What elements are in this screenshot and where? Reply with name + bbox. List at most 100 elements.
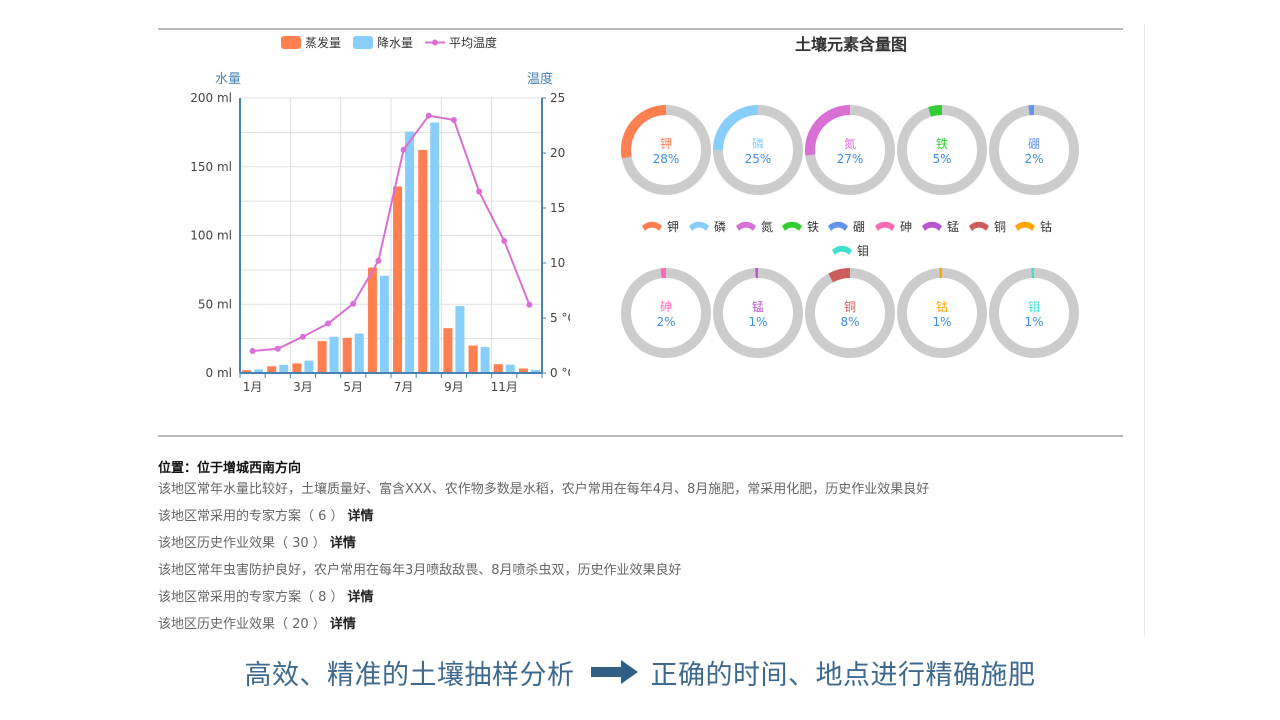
bar-evaporation [393, 186, 403, 373]
bar-evaporation [443, 328, 453, 373]
legend-swatch [689, 221, 709, 231]
legend-swatch [875, 221, 895, 231]
donut-label: 铁 [936, 137, 948, 151]
right-arrow-icon [590, 660, 638, 684]
temperature-point [450, 117, 457, 123]
middle-divider [158, 435, 1123, 437]
legend-swatch [828, 221, 848, 231]
y-left-axis-title: 水量 [215, 72, 241, 87]
info-line: 该地区常年水量比较好，土壤质量好、富含XXX、农作物多数是水稻，农户常用在每年4… [158, 480, 1118, 507]
y-right-tick-label: 15 °C [550, 201, 570, 215]
bar-evaporation [493, 364, 503, 373]
legend-label: 铜 [994, 219, 1006, 234]
temperature-point [400, 146, 407, 153]
donut-label: 硼 [1028, 137, 1040, 151]
info-line: 该地区常采用的专家方案（ 6 ） 详情 [158, 507, 1118, 534]
bar-evaporation [292, 363, 302, 373]
info-line: 该地区历史作业效果（ 20 ） 详情 [158, 615, 1118, 642]
y-left-tick-label: 50 ml [198, 297, 232, 311]
location-label: 位置：位于增城西南方向 [158, 461, 302, 476]
legend-label: 降水量 [377, 36, 413, 50]
temperature-point [375, 257, 382, 264]
temperature-point [350, 300, 357, 307]
temperature-point [274, 345, 281, 352]
legend-label: 磷 [714, 219, 726, 234]
donut-label: 氮 [844, 136, 856, 151]
legend-swatch [782, 221, 802, 231]
temperature-point [526, 301, 533, 308]
bar-rainfall [379, 275, 389, 373]
info-line-text: 该地区历史作业效果（ 30 ） [158, 536, 326, 551]
donut-chart-title: 土壤元素含量图 [795, 35, 907, 54]
temperature-point [501, 238, 508, 244]
evaporation-rainfall-temperature-chart: 0 ml 50 ml 100 ml 150 ml 200 ml 0 °C 5 °C 10 °C… [190, 35, 570, 394]
bar-rainfall [354, 333, 364, 373]
info-line: 该地区历史作业效果（ 30 ） 详情 [158, 534, 1118, 561]
legend-label: 钾 [667, 220, 679, 234]
bar-rainfall [430, 122, 440, 373]
y-right-tick-label: 25 °C [550, 91, 570, 105]
info-lines: 该地区常年水量比较好，土壤质量好、富含XXX、农作物多数是水稻，农户常用在每年4… [158, 480, 1118, 642]
bar-evaporation [267, 366, 277, 373]
bar-evaporation [468, 345, 478, 373]
x-tick-label: 9月 [444, 380, 464, 394]
legend-swatch [642, 221, 662, 231]
donut-label: 钾 [660, 137, 672, 151]
bar-rainfall [455, 306, 465, 373]
bar-rainfall [505, 364, 515, 373]
footer-slogan: 高效、精准的土壤抽样分析 正确的时间、地点进行精确施肥 [0, 650, 1280, 694]
info-line: 该地区常采用的专家方案（ 8 ） 详情 [158, 588, 1118, 615]
donut-value: 2% [1024, 152, 1043, 166]
temperature-point [249, 348, 256, 354]
info-panel: 位置：位于增城西南方向 该地区常年水量比较好，土壤质量好、富含XXX、农作物多数… [158, 458, 1118, 642]
info-line-text: 该地区常年虫害防护良好，农户常用在每年3月喷敌敌畏、8月喷杀虫双，历史作业效果良… [158, 563, 682, 578]
y-right-tick-label: 10 °C [550, 256, 570, 270]
bar-rainfall [480, 347, 490, 373]
bar-evaporation [317, 341, 327, 373]
info-line-text: 该地区常年水量比较好，土壤质量好、富含XXX、农作物多数是水稻，农户常用在每年4… [158, 482, 930, 497]
legend-swatch [969, 221, 989, 231]
temperature-point [325, 320, 332, 327]
donut-slice [928, 105, 943, 117]
legend-label: 钴 [1040, 219, 1052, 234]
x-tick-label: 5月 [343, 380, 363, 394]
donut-label: 磷 [752, 136, 764, 151]
legend-swatch-point [432, 39, 438, 46]
bar-evaporation [342, 337, 352, 373]
temperature-point [299, 333, 306, 340]
x-tick-label: 7月 [394, 380, 414, 394]
y-right-axis-title: 温度 [527, 71, 553, 87]
bar-rainfall [405, 131, 415, 373]
legend-label: 铁 [807, 220, 819, 234]
x-tick-label: 1月 [243, 380, 263, 394]
x-tick-label: 11月 [491, 380, 518, 394]
y-left-tick-label: 200 ml [190, 91, 232, 105]
detail-link[interactable]: 详情 [330, 617, 356, 632]
bar-rainfall [329, 336, 339, 373]
donut-value: 5% [932, 152, 951, 166]
legend-label: 平均温度 [449, 35, 497, 50]
donut-label: 砷 [660, 300, 672, 314]
detail-link[interactable]: 详情 [348, 590, 374, 605]
y-right-tick-label: 0 °C [550, 366, 570, 380]
donut-label: 锰 [752, 299, 764, 314]
footer-right-text: 正确的时间、地点进行精确施肥 [650, 659, 1036, 691]
legend-swatch [281, 36, 301, 49]
y-right-tick-label: 20 °C [550, 146, 570, 160]
donut-value: 28% [653, 152, 680, 166]
detail-link[interactable]: 详情 [330, 536, 356, 551]
donut-value: 1% [1024, 315, 1043, 329]
donut-value: 8% [840, 315, 859, 329]
x-tick-label: 3月 [293, 380, 313, 394]
bar-evaporation [418, 149, 428, 373]
donut-label: 铜 [844, 299, 856, 314]
legend-swatch [1015, 221, 1035, 231]
footer-left-text: 高效、精准的土壤抽样分析 [244, 659, 575, 691]
donut-value: 27% [837, 152, 864, 166]
detail-link[interactable]: 详情 [348, 509, 374, 524]
legend-label: 氮 [761, 219, 773, 234]
legend-swatch [832, 245, 852, 255]
bar-rainfall [304, 360, 314, 373]
donut-label: 钼 [1028, 300, 1040, 314]
donut-value: 1% [748, 315, 767, 329]
